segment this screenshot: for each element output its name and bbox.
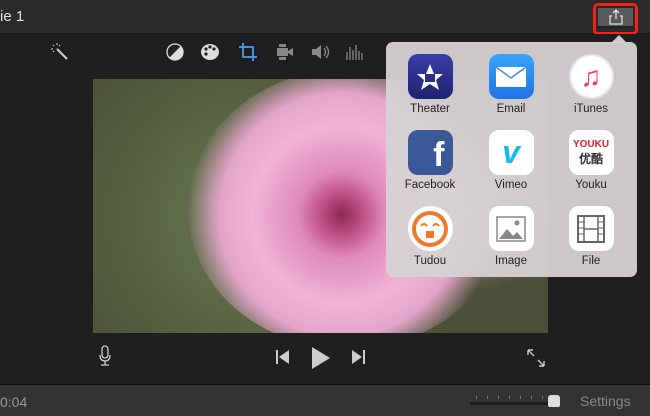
share-button[interactable] (598, 8, 633, 28)
share-email[interactable]: Email (471, 54, 551, 115)
share-popover: Theater Email ♫ iTunes f Facebook v Vime… (386, 42, 637, 277)
share-facebook[interactable]: f Facebook (390, 130, 470, 191)
zoom-slider[interactable] (470, 402, 555, 405)
magic-wand-icon[interactable] (50, 42, 70, 62)
share-youku[interactable]: YOUKU 优酷 Youku (551, 130, 631, 191)
vimeo-label: Vimeo (494, 179, 528, 191)
zoom-slider-ticks (476, 396, 548, 399)
image-label: Image (495, 255, 527, 267)
itunes-label: iTunes (573, 103, 609, 115)
youku-logo-text: YOUKU (572, 138, 610, 150)
timecode: 0:04 (0, 394, 28, 410)
youku-icon: YOUKU 优酷 (568, 130, 614, 175)
facebook-label: Facebook (404, 179, 456, 191)
window-title: ie 1 (0, 8, 25, 25)
email-icon (488, 54, 534, 99)
palette-icon[interactable] (200, 42, 220, 62)
share-itunes[interactable]: ♫ iTunes (551, 54, 631, 115)
theater-label: Theater (410, 103, 450, 115)
share-theater[interactable]: Theater (390, 54, 470, 115)
itunes-icon: ♫ (568, 54, 614, 99)
fullscreen-icon[interactable] (527, 349, 545, 372)
theater-icon (407, 54, 453, 99)
image-icon (488, 206, 534, 251)
email-label: Email (496, 103, 526, 115)
file-label: File (581, 255, 601, 267)
skip-forward-icon[interactable] (351, 350, 365, 369)
color-balance-icon[interactable] (165, 42, 185, 62)
facebook-icon: f (407, 130, 453, 175)
noise-reduction-icon[interactable] (345, 42, 365, 62)
zoom-slider-thumb[interactable] (548, 395, 560, 407)
vimeo-icon: v (488, 130, 534, 175)
play-button[interactable] (311, 347, 331, 374)
stabilization-camera-icon[interactable] (275, 42, 295, 62)
tudou-icon (407, 206, 453, 251)
settings-button[interactable]: Settings (580, 393, 631, 409)
crop-icon[interactable] (238, 42, 258, 62)
microphone-icon[interactable] (98, 345, 112, 372)
share-tudou[interactable]: Tudou (390, 206, 470, 267)
timeline-bar: 0:04 Settings (0, 384, 650, 416)
tudou-label: Tudou (413, 255, 447, 267)
share-image[interactable]: Image (471, 206, 551, 267)
title-bar: ie 1 (0, 0, 650, 35)
volume-icon[interactable] (310, 42, 330, 62)
youku-logo-sub: 优酷 (578, 151, 603, 166)
share-vimeo[interactable]: v Vimeo (471, 130, 551, 191)
youku-label: Youku (575, 179, 607, 191)
file-film-icon (568, 206, 614, 251)
share-file[interactable]: File (551, 206, 631, 267)
share-icon (608, 9, 623, 25)
skip-back-icon[interactable] (276, 350, 290, 369)
